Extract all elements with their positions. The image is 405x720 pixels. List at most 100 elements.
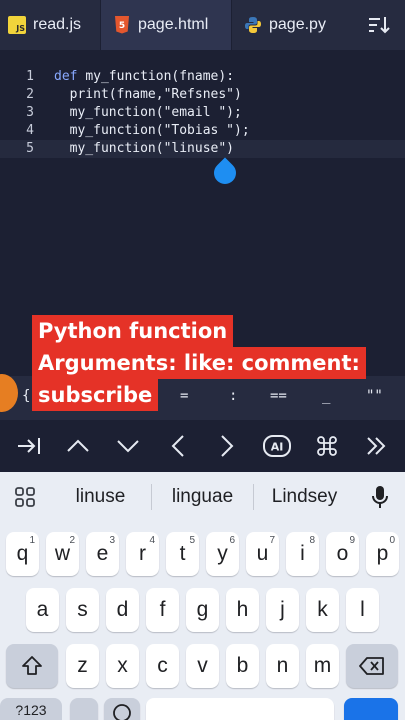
- symbol-key-colon[interactable]: :: [229, 388, 237, 404]
- key-c[interactable]: c: [146, 644, 179, 688]
- editor-nav-toolbar: AI: [0, 420, 405, 472]
- shift-key[interactable]: [6, 644, 58, 688]
- symbol-key-equals[interactable]: =: [180, 388, 188, 404]
- key-a[interactable]: a: [26, 588, 59, 632]
- cursor-down-button[interactable]: [108, 426, 148, 466]
- code-text: my_function("Tobias ");: [54, 123, 250, 138]
- tab-label: page.html: [138, 16, 209, 33]
- symbol-key-double-equals[interactable]: ==: [270, 388, 287, 404]
- svg-text:5: 5: [119, 21, 125, 31]
- grid-icon: [15, 487, 35, 507]
- svg-text:AI: AI: [271, 441, 284, 454]
- cursor-left-button[interactable]: [158, 426, 198, 466]
- key-v[interactable]: v: [186, 644, 219, 688]
- cursor-up-button[interactable]: [58, 426, 98, 466]
- tab-page-html[interactable]: 5 page.html: [100, 0, 232, 50]
- key-u[interactable]: u7: [246, 532, 279, 576]
- code-text: def my_function(fname):: [54, 69, 235, 84]
- key-p[interactable]: p0: [366, 532, 399, 576]
- key-l[interactable]: l: [346, 588, 379, 632]
- tab-label: page.py: [269, 16, 326, 33]
- code-text: my_function("linuse"): [54, 141, 235, 156]
- chevron-down-icon: [117, 440, 139, 453]
- symbol-key-quotes[interactable]: "": [366, 388, 383, 404]
- voice-input-button[interactable]: [355, 485, 405, 509]
- line-number: 3: [26, 105, 34, 120]
- line-number: 1: [26, 69, 34, 84]
- key-t[interactable]: t5: [166, 532, 199, 576]
- chevron-right-icon: [221, 435, 234, 457]
- double-chevron-right-icon: [367, 437, 386, 455]
- tab-page-py[interactable]: page.py: [232, 0, 352, 50]
- ai-icon: AI: [262, 435, 291, 457]
- screen: JS read.js 5 page.html page.py 1 def my_…: [0, 0, 405, 720]
- space-key[interactable]: [146, 698, 334, 720]
- tab-read-js[interactable]: JS read.js: [0, 0, 100, 50]
- cursor-right-button[interactable]: [207, 426, 247, 466]
- code-line[interactable]: 2 print(fname,"Refsnes"): [0, 86, 405, 104]
- suggestion-1[interactable]: linuse: [50, 486, 151, 508]
- key-z[interactable]: z: [66, 644, 99, 688]
- caption-line-3: subscribe: [32, 379, 159, 411]
- key-y[interactable]: y6: [206, 532, 239, 576]
- key-g[interactable]: g: [186, 588, 219, 632]
- enter-key[interactable]: [344, 698, 398, 720]
- code-line[interactable]: 1 def my_function(fname):: [0, 68, 405, 86]
- key-h[interactable]: h: [226, 588, 259, 632]
- key-s[interactable]: s: [66, 588, 99, 632]
- apps-grid-button[interactable]: [0, 486, 50, 508]
- line-number: 5: [26, 141, 34, 156]
- key-j[interactable]: j: [266, 588, 299, 632]
- ai-assist-button[interactable]: AI: [257, 426, 297, 466]
- line-number: 4: [26, 123, 34, 138]
- tab-label: read.js: [33, 16, 82, 33]
- tab-indent-button[interactable]: [9, 426, 49, 466]
- microphone-icon: [372, 486, 388, 508]
- chevron-left-icon: [171, 435, 184, 457]
- symbol-key-underscore[interactable]: _: [322, 388, 330, 404]
- key-d[interactable]: d: [106, 588, 139, 632]
- key-e[interactable]: e3: [86, 532, 119, 576]
- code-text: my_function("email ");: [54, 105, 242, 120]
- suggestion-bar: linuse linguae Lindsey: [0, 472, 405, 522]
- suggestion-2[interactable]: linguae: [152, 486, 253, 508]
- line-number: 2: [26, 87, 34, 102]
- symbols-toggle-key[interactable]: ?123: [0, 698, 62, 720]
- code-line-active[interactable]: 5 my_function("linuse"): [0, 140, 405, 158]
- key-i[interactable]: i8: [286, 532, 319, 576]
- key-k[interactable]: k: [306, 588, 339, 632]
- command-button[interactable]: [307, 426, 347, 466]
- key-x[interactable]: x: [106, 644, 139, 688]
- key-q[interactable]: q1: [6, 532, 39, 576]
- tab-indent-icon: [17, 438, 40, 454]
- backspace-icon: [359, 657, 384, 675]
- chevron-up-icon: [67, 439, 90, 452]
- key-w[interactable]: w2: [46, 532, 79, 576]
- key-m[interactable]: m: [306, 644, 339, 688]
- key-o[interactable]: o9: [326, 532, 359, 576]
- comma-key[interactable]: [70, 698, 98, 720]
- symbol-key-brace[interactable]: {: [22, 388, 30, 404]
- backspace-key[interactable]: [346, 644, 398, 688]
- emoji-key[interactable]: [104, 698, 140, 720]
- emoji-icon: [113, 704, 131, 720]
- suggestion-3[interactable]: Lindsey: [254, 486, 355, 508]
- code-line[interactable]: 4 my_function("Tobias ");: [0, 122, 405, 140]
- python-file-icon: [244, 16, 262, 34]
- sort-button[interactable]: [353, 0, 405, 50]
- shift-icon: [22, 656, 42, 675]
- caption-line-2: Arguments: like: comment:: [32, 347, 366, 379]
- html5-file-icon: 5: [113, 16, 131, 34]
- caption-line-1: Python function: [32, 315, 234, 347]
- key-f[interactable]: f: [146, 588, 179, 632]
- code-line[interactable]: 3 my_function("email ");: [0, 104, 405, 122]
- key-b[interactable]: b: [226, 644, 259, 688]
- soft-keyboard: linuse linguae Lindsey q1 w2 e3 r4 t5 y6…: [0, 472, 405, 720]
- code-text: print(fname,"Refsnes"): [54, 87, 242, 102]
- key-n[interactable]: n: [266, 644, 299, 688]
- text-cursor-handle[interactable]: [209, 157, 241, 189]
- skip-forward-button[interactable]: [356, 426, 396, 466]
- command-icon: [316, 436, 337, 456]
- key-r[interactable]: r4: [126, 532, 159, 576]
- editor-tab-bar: JS read.js 5 page.html page.py: [0, 0, 405, 50]
